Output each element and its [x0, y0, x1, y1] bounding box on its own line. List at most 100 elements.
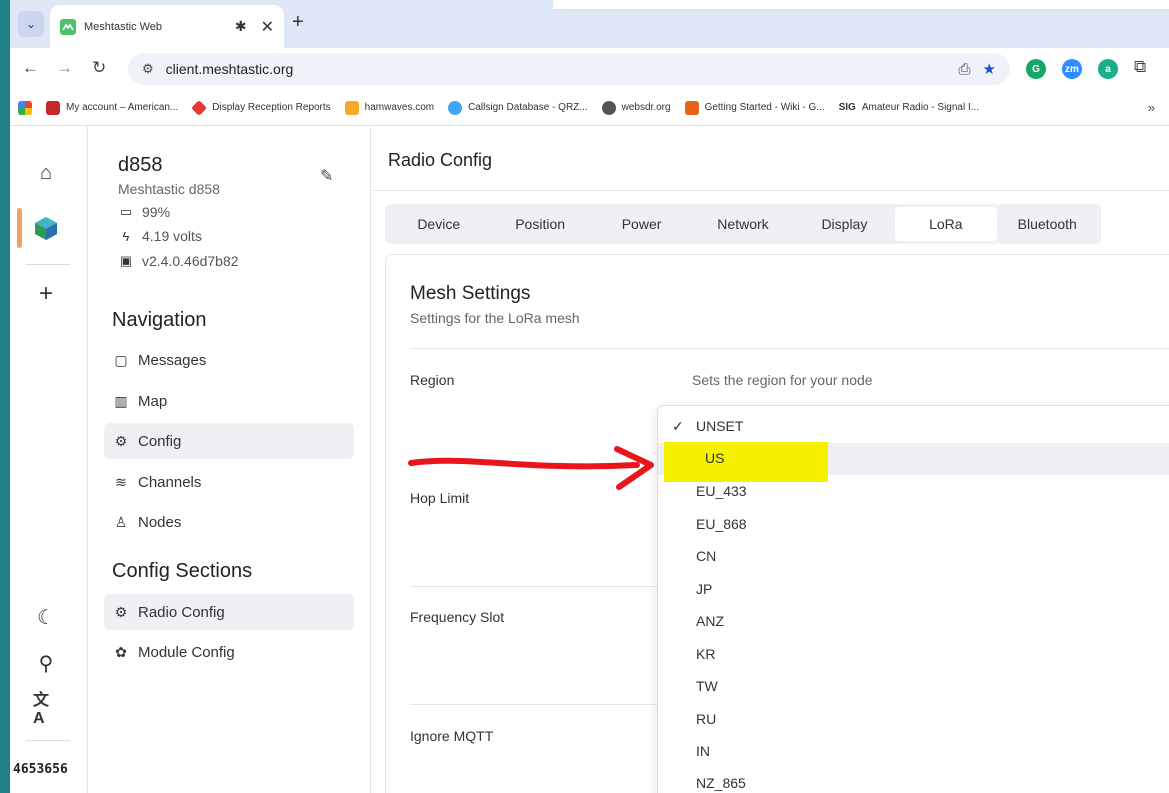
tab-power[interactable]: Power — [591, 207, 692, 241]
node-id-label: 4653656 — [13, 762, 68, 777]
tab-position[interactable]: Position — [489, 207, 590, 241]
bookmark-item[interactable]: My account – American... — [46, 100, 179, 115]
tab-bluetooth[interactable]: Bluetooth — [997, 207, 1098, 241]
bookmark-label: My account – American... — [66, 102, 179, 113]
a-extension-icon[interactable]: a — [1098, 59, 1118, 79]
card-divider — [410, 586, 670, 587]
nav-item-channels[interactable]: ≋ Channels — [104, 464, 354, 500]
region-option-eu868[interactable]: EU_868 — [658, 508, 1169, 540]
lightning-icon: ϟ — [122, 228, 130, 244]
zoom-extension-icon[interactable]: zm — [1062, 59, 1082, 79]
meshtastic-favicon-icon — [60, 18, 76, 35]
region-option-in[interactable]: IN — [658, 735, 1169, 767]
install-app-icon[interactable]: ⎙ — [959, 61, 971, 78]
nav-item-config[interactable]: ⚙ Config — [104, 423, 354, 459]
battery-value: 99% — [142, 204, 171, 220]
extensions-puzzle-icon[interactable]: ⧉ — [1134, 57, 1146, 77]
card-divider — [410, 704, 670, 705]
forward-arrow-icon[interactable]: → — [56, 58, 73, 78]
modules-icon: ✿ — [115, 643, 127, 660]
close-tab-icon[interactable]: ✕ — [261, 17, 274, 37]
gear-icon: ⚙ — [114, 603, 128, 620]
tab-lora[interactable]: LoRa — [895, 207, 997, 241]
region-option-ru[interactable]: RU — [658, 703, 1169, 735]
region-option-kr[interactable]: KR — [658, 638, 1169, 670]
sidebar: d858 ✎ Meshtastic d858 ▭ 99% ϟ 4.19 volt… — [88, 126, 371, 793]
gitlab-icon — [684, 100, 699, 115]
site-settings-icon[interactable]: ⚙ — [142, 61, 154, 77]
nav-item-label: Nodes — [138, 513, 182, 531]
bookmark-star-icon[interactable]: ★ — [983, 60, 996, 78]
edit-icon[interactable]: ✎ — [320, 166, 333, 186]
frequency-slot-label: Frequency Slot — [410, 609, 505, 625]
bookmark-item[interactable]: Callsign Database - QRZ... — [448, 100, 588, 115]
add-node-icon[interactable]: + — [33, 280, 59, 307]
card-subtitle: Settings for the LoRa mesh — [410, 310, 580, 326]
voltage-stat: ϟ 4.19 volts — [118, 228, 202, 244]
chip-icon: ▣ — [119, 253, 133, 268]
browser-tab[interactable]: Meshtastic Web ✱ ✕ — [50, 5, 284, 48]
reload-icon[interactable]: ↻ — [92, 58, 106, 78]
home-icon[interactable]: ⌂ — [33, 160, 59, 186]
option-label: RU — [696, 711, 717, 727]
region-option-tw[interactable]: TW — [658, 670, 1169, 702]
tab-device[interactable]: Device — [388, 207, 489, 241]
new-tab-button[interactable]: + — [292, 11, 304, 34]
bookmarks-bar: My account – American... Display Recepti… — [10, 90, 1169, 126]
bookmark-item[interactable]: hamwaves.com — [344, 100, 434, 115]
bookmark-item[interactable]: Getting Started - Wiki - G... — [684, 100, 825, 115]
option-label: CN — [696, 548, 717, 564]
nav-item-label: Radio Config — [138, 603, 225, 621]
red-arrow-annotation — [408, 446, 654, 490]
url-text[interactable]: client.meshtastic.org — [166, 61, 947, 77]
search-icon[interactable]: ⚲ — [33, 650, 59, 676]
nav-item-messages[interactable]: ▢ Messages — [104, 342, 354, 378]
tab-display[interactable]: Display — [794, 207, 895, 241]
yellow-highlight-annotation — [664, 442, 828, 482]
node-avatar-icon[interactable] — [33, 215, 59, 241]
ignore-mqtt-label: Ignore MQTT — [410, 728, 494, 744]
highlighted-option-label: US — [705, 450, 725, 466]
nav-item-label: Channels — [138, 473, 202, 491]
back-arrow-icon[interactable]: ← — [22, 58, 39, 78]
bookmark-apps[interactable] — [18, 100, 32, 115]
bookmark-item[interactable]: websdr.org — [601, 100, 671, 115]
nav-item-label: Config — [138, 432, 182, 450]
moon-icon[interactable]: ☾ — [33, 604, 59, 630]
region-label: Region — [410, 372, 455, 388]
region-option-cn[interactable]: CN — [658, 540, 1169, 572]
language-icon[interactable]: 文A — [33, 692, 59, 727]
bookmark-label: websdr.org — [621, 102, 671, 113]
option-label: EU_868 — [696, 516, 747, 532]
grammarly-extension-icon[interactable]: G — [1026, 59, 1046, 79]
battery-icon: ▭ — [119, 204, 133, 219]
bookmark-item[interactable]: Display Reception Reports — [191, 99, 331, 116]
bookmark-item[interactable]: SIG Amateur Radio - Signal I... — [839, 102, 980, 113]
battery-stat: ▭ 99% — [118, 204, 170, 220]
firmware-value: v2.4.0.46d7b82 — [142, 253, 239, 269]
option-label: IN — [696, 743, 710, 759]
tab-network[interactable]: Network — [692, 207, 793, 241]
tab-title: Meshtastic Web — [84, 20, 163, 33]
region-option-nz865[interactable]: NZ_865 — [658, 767, 1169, 793]
nav-item-module-config[interactable]: ✿ Module Config — [104, 634, 354, 670]
checkmark-icon: ✓ — [672, 417, 684, 434]
region-option-unset[interactable]: ✓ UNSET — [658, 410, 1169, 442]
bookmarks-overflow-icon[interactable]: » — [1148, 100, 1155, 115]
globe-icon — [448, 100, 463, 115]
config-tabs: Device Position Power Network Display Lo… — [385, 204, 1101, 244]
option-label: EU_433 — [696, 483, 747, 499]
nav-item-radio-config[interactable]: ⚙ Radio Config — [104, 594, 354, 630]
nav-item-map[interactable]: ▥ Map — [104, 383, 354, 419]
region-description: Sets the region for your node — [692, 372, 873, 388]
rail-divider — [26, 740, 70, 741]
tab-search-button[interactable]: ⌄ — [18, 11, 44, 37]
voltage-value: 4.19 volts — [142, 228, 202, 244]
active-indicator — [17, 208, 22, 248]
nav-item-nodes[interactable]: ♙ Nodes — [104, 504, 354, 540]
option-label: ANZ — [696, 613, 724, 629]
url-omnibox[interactable]: ⚙ client.meshtastic.org ⎙ ★ — [128, 53, 1010, 85]
region-option-anz[interactable]: ANZ — [658, 605, 1169, 637]
address-bar-row: ← → ↻ ⚙ client.meshtastic.org ⎙ ★ G zm a… — [10, 48, 1169, 90]
region-option-jp[interactable]: JP — [658, 573, 1169, 605]
